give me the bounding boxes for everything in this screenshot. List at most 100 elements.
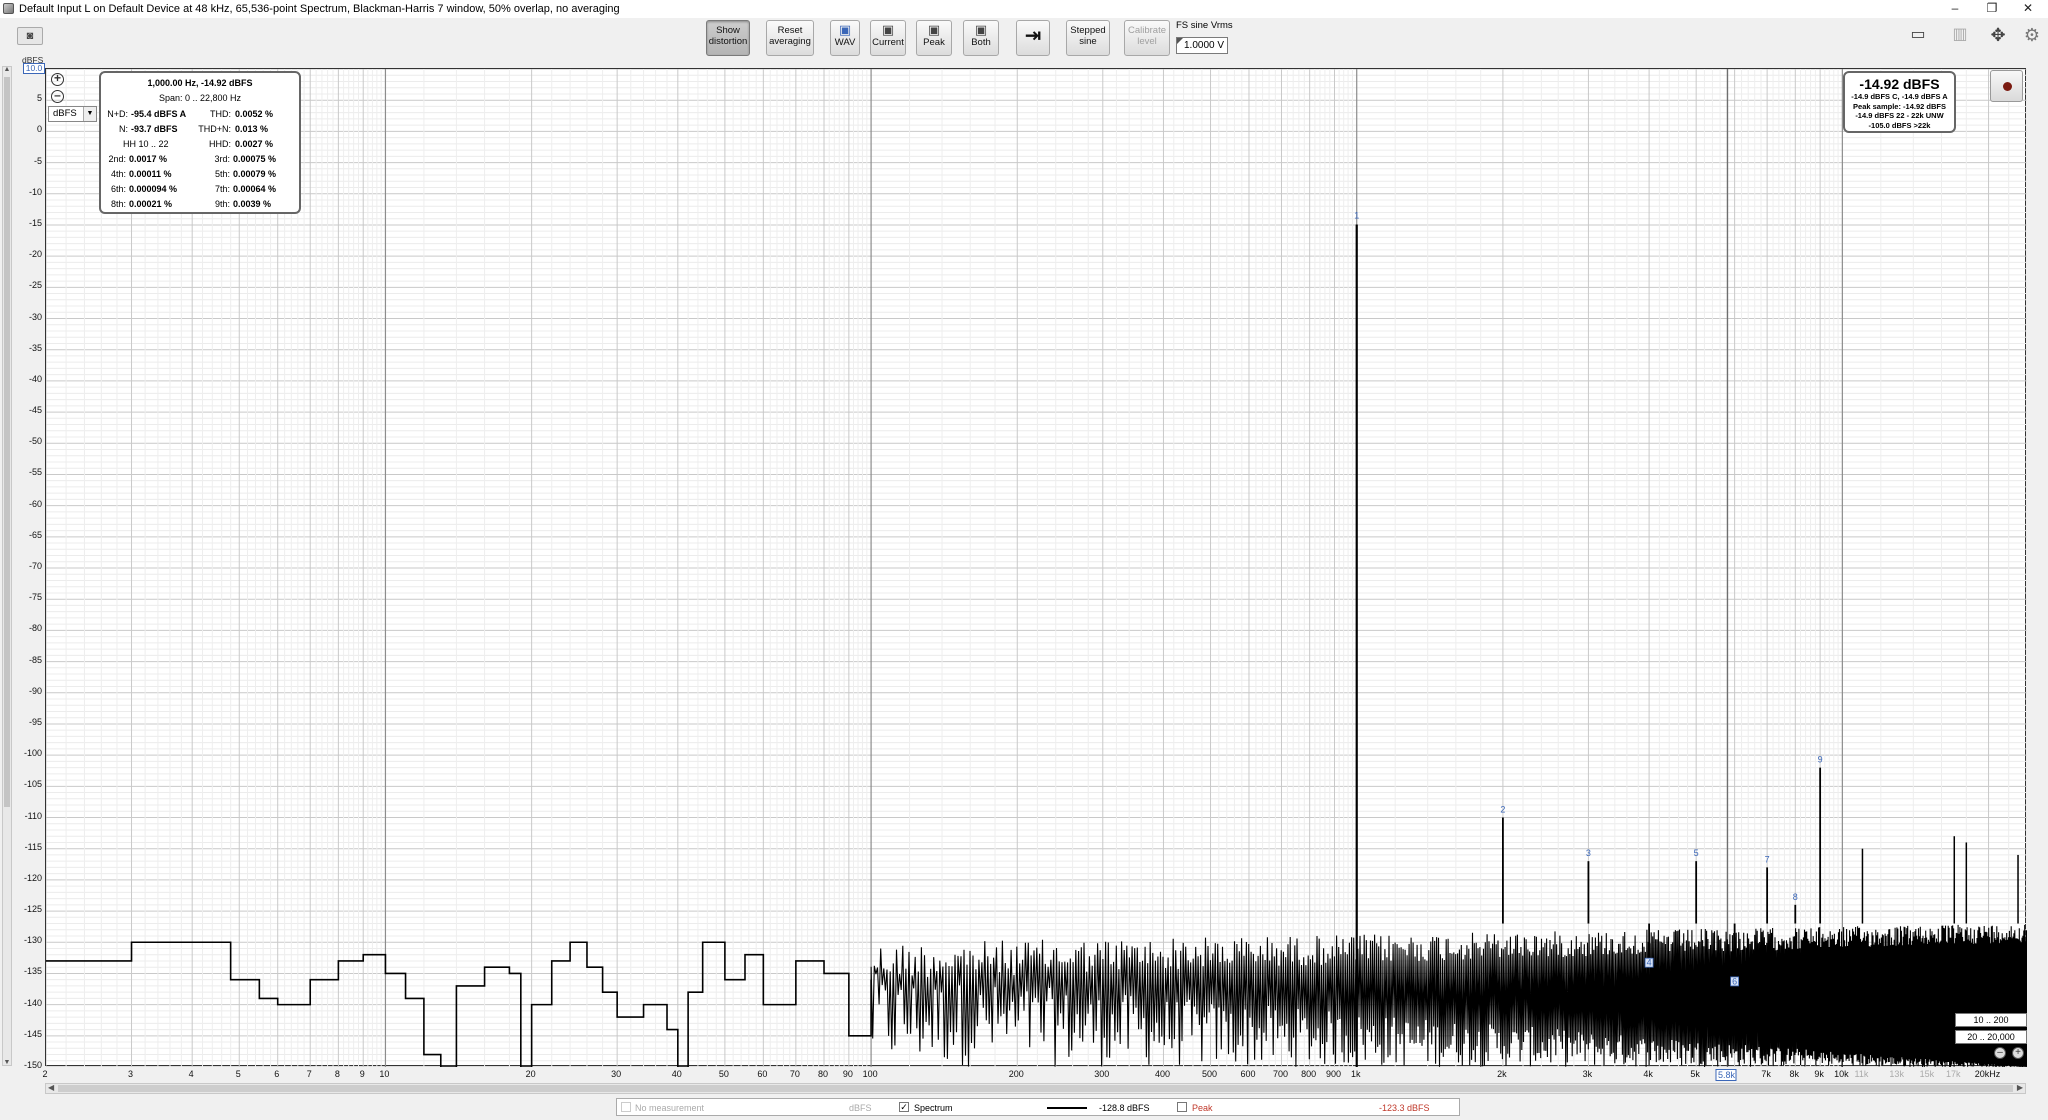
level-unweighted: -14.9 dBFS 22 - 22k UNW bbox=[1855, 111, 1944, 120]
minimize-button[interactable]: – bbox=[1935, 0, 1975, 18]
calibrate-level-button[interactable]: Calibrate level bbox=[1124, 20, 1170, 56]
move-icon[interactable]: ✥ bbox=[1984, 25, 2012, 45]
x-tick-label: 700 bbox=[1272, 1069, 1288, 1079]
y-tick-label: -40 bbox=[28, 373, 42, 384]
x-tick-label: 3 bbox=[128, 1069, 134, 1079]
distortion-panel: 1,000.00 Hz, -14.92 dBFS Span: 0 .. 22,8… bbox=[99, 71, 301, 214]
h8-label: 8th: bbox=[110, 199, 126, 209]
reset-averaging-button[interactable]: Reset averaging bbox=[766, 20, 814, 56]
y-tick-label: -150 bbox=[23, 1060, 42, 1070]
h3-label: 3rd: bbox=[214, 154, 230, 164]
y-tick-label: -5 bbox=[33, 155, 42, 166]
record-button[interactable] bbox=[1990, 70, 2023, 102]
harmonic-label: 3 bbox=[1586, 848, 1591, 858]
y-tick-label: -35 bbox=[28, 342, 42, 353]
stepped-sine-button[interactable]: Stepped sine bbox=[1066, 20, 1110, 56]
zoom-in-small-icon[interactable]: + bbox=[2012, 1047, 2024, 1059]
y-tick-label: -100 bbox=[23, 748, 42, 759]
level-above-22k: -105.0 dBFS >22k bbox=[1868, 120, 1931, 130]
peak-checkbox[interactable] bbox=[1177, 1102, 1187, 1112]
h9-label: 9th: bbox=[214, 199, 230, 209]
x-tick-label: 900 bbox=[1325, 1069, 1341, 1079]
save-both-button[interactable]: ▣ Both bbox=[963, 20, 999, 56]
x-tick-label: 80 bbox=[818, 1069, 829, 1079]
settings-gear-icon[interactable]: ⚙ bbox=[2020, 25, 2044, 45]
y-tick-label: -20 bbox=[28, 249, 42, 260]
y-tick-label: -65 bbox=[28, 529, 42, 540]
y-tick-label: -55 bbox=[28, 467, 42, 478]
split-view-icon[interactable]: ▥ bbox=[1946, 25, 1974, 45]
x-tick-label: 90 bbox=[842, 1069, 853, 1079]
chevron-down-icon: ▼ bbox=[83, 107, 96, 121]
both-label: Both bbox=[971, 37, 991, 48]
x-tick-label: 7k bbox=[1761, 1069, 1771, 1079]
x-tick-label: 4k bbox=[1643, 1069, 1653, 1079]
h3-value: 0.00075 % bbox=[233, 154, 277, 164]
y-tick-label: -125 bbox=[23, 904, 42, 915]
no-measurement-checkbox[interactable] bbox=[621, 1102, 631, 1112]
save-icon: ▣ bbox=[838, 22, 852, 37]
spectrum-plot[interactable]: 1 2 3 4 5 6 7 8 9 bbox=[45, 68, 2027, 1067]
scroll-right-icon[interactable]: ▶ bbox=[2017, 1083, 2023, 1092]
save-current-button[interactable]: ▣ Current bbox=[870, 20, 906, 56]
save-icon: ▣ bbox=[974, 22, 988, 37]
y-axis: 5 0 -5 -10 -15 -20 -25 -30 -35 -40 -45 -50 -55 -60 -65… bbox=[0, 60, 45, 1070]
x-tick-label: 70 bbox=[789, 1069, 800, 1079]
x-tick-label: 7 bbox=[306, 1069, 312, 1079]
level-peak-sample: Peak sample: -14.92 dBFS bbox=[1853, 101, 1946, 111]
peak-value: -123.3 dBFS bbox=[1379, 1103, 1430, 1113]
show-distortion-button[interactable]: Show distortion bbox=[706, 20, 750, 56]
x-tick-label: 10k bbox=[1834, 1069, 1849, 1079]
y-tick-label: -45 bbox=[28, 405, 42, 416]
close-button[interactable]: ✕ bbox=[2008, 0, 2048, 18]
current-label: Current bbox=[872, 37, 904, 48]
scroll-left-icon[interactable]: ◀ bbox=[48, 1083, 54, 1092]
hhd-value: 0.0027 % bbox=[235, 139, 274, 149]
x-tick-label: 400 bbox=[1154, 1069, 1170, 1079]
restore-button[interactable]: ❐ bbox=[1972, 0, 2012, 18]
zoom-in-icon[interactable]: + bbox=[51, 72, 64, 86]
y-tick-label: -15 bbox=[28, 217, 42, 228]
harmonic-label: 7 bbox=[1765, 854, 1770, 864]
save-icon: ▣ bbox=[881, 22, 895, 37]
camera-icon[interactable]: ◙ bbox=[17, 27, 43, 45]
wav-button[interactable]: ▣ WAV bbox=[830, 20, 860, 56]
save-icon: ▣ bbox=[927, 22, 941, 37]
h2-label: 2nd: bbox=[108, 154, 126, 164]
x-tick-label: 300 bbox=[1094, 1069, 1110, 1079]
x-tick-label: 9 bbox=[359, 1069, 365, 1079]
h2-value: 0.0017 % bbox=[129, 154, 168, 164]
import-button[interactable]: ⇥ bbox=[1016, 20, 1050, 56]
horizontal-scrollbar[interactable]: ◀ ▶ bbox=[45, 1083, 2026, 1094]
zoom-out-small-icon[interactable]: – bbox=[1994, 1047, 2006, 1059]
fs-sine-label: FS sine Vrms bbox=[1176, 20, 1233, 31]
fs-sine-input[interactable]: 1.0000 V bbox=[1176, 37, 1228, 54]
spectrum-noise-trace bbox=[870, 924, 2027, 1067]
h6-label: 6th: bbox=[110, 184, 126, 194]
y-tick-label: -75 bbox=[28, 592, 42, 603]
y-tick-label: -120 bbox=[23, 872, 42, 883]
level-meter-panel: -14.92 dBFS -14.9 dBFS C, -14.9 dBFS A P… bbox=[1843, 71, 1956, 133]
x-tick-label: 20kHz bbox=[1974, 1069, 2001, 1079]
x-tick-label: 10 bbox=[379, 1069, 390, 1079]
import-icon: ⇥ bbox=[1024, 25, 1042, 47]
save-peak-button[interactable]: ▣ Peak bbox=[916, 20, 952, 56]
x-range-button[interactable]: 20 .. 20,000 bbox=[1955, 1030, 2027, 1044]
x-tick-label: 5.8k bbox=[1715, 1069, 1737, 1081]
app-icon bbox=[3, 3, 14, 14]
thd-value: 0.0052 % bbox=[235, 109, 274, 119]
x-tick-label: 9k bbox=[1814, 1069, 1824, 1079]
n-label: N: bbox=[119, 124, 128, 134]
thd-label: THD: bbox=[210, 109, 231, 119]
x-tick-label: 40 bbox=[671, 1069, 682, 1079]
y-range-button[interactable]: 10 .. 200 bbox=[1955, 1013, 2027, 1027]
horizontal-scroll-thumb[interactable] bbox=[58, 1085, 2013, 1092]
graph-layout-icon[interactable]: ▭ bbox=[1904, 25, 1932, 45]
spectrum-checkbox[interactable]: ✓ bbox=[899, 1102, 909, 1112]
nd-value: -95.4 dBFS A bbox=[131, 109, 187, 119]
unit-select[interactable]: dBFS ▼ bbox=[48, 106, 97, 122]
y-tick-label: -30 bbox=[28, 311, 42, 322]
y-tick-label: 5 bbox=[36, 93, 42, 104]
x-tick-label: 3k bbox=[1582, 1069, 1593, 1079]
zoom-out-icon[interactable]: – bbox=[51, 89, 64, 103]
